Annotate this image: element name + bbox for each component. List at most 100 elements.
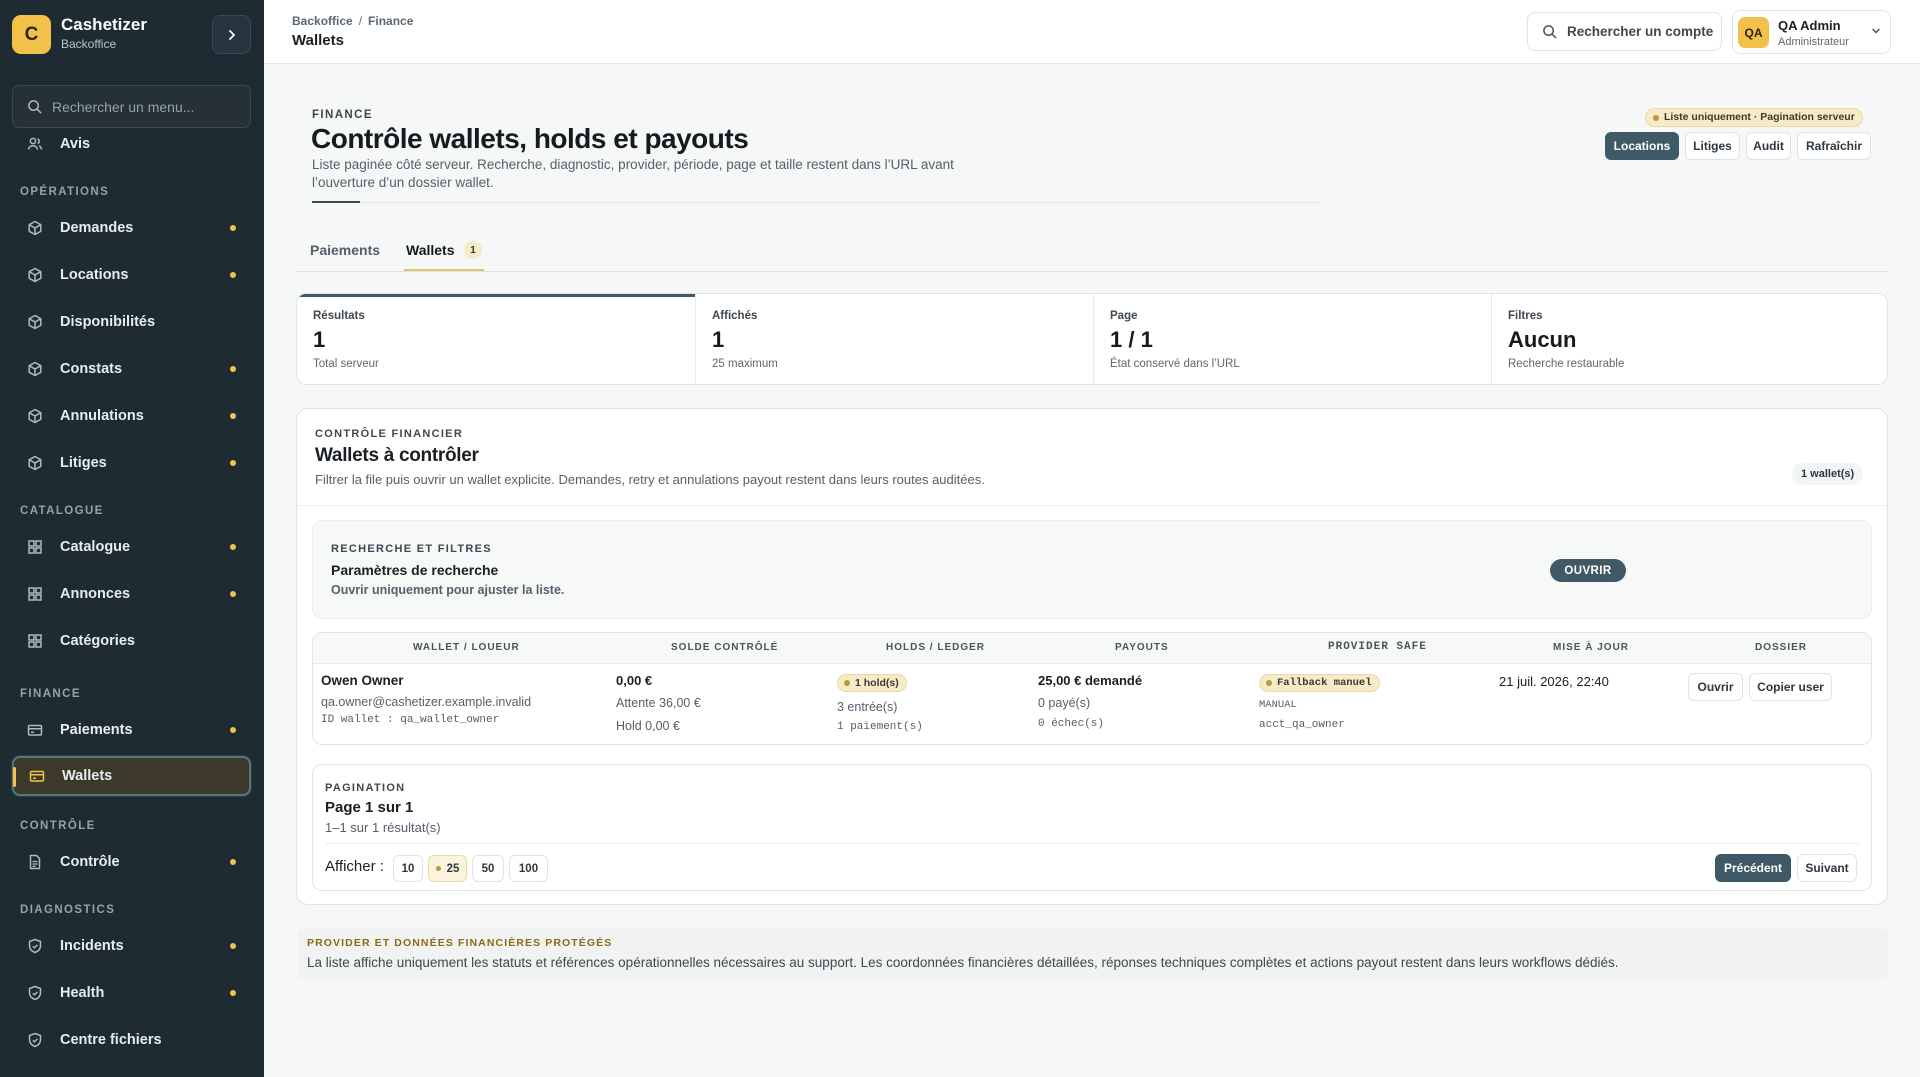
column-header: WALLET / LOUEUR bbox=[413, 642, 520, 653]
app-name: Cashetizer bbox=[61, 15, 147, 34]
sidebar-item-label: Disponibilités bbox=[60, 314, 156, 330]
sidebar-item-categories[interactable]: Catégories bbox=[12, 621, 251, 661]
sidebar-item-avis[interactable]: Avis bbox=[12, 124, 251, 164]
pagination-title: Page 1 sur 1 bbox=[325, 799, 414, 816]
active-tab-indicator bbox=[404, 269, 484, 271]
notice-text: La liste affiche uniquement les statuts … bbox=[307, 955, 1619, 970]
box-icon bbox=[26, 314, 43, 331]
sidebar-item-paiements[interactable]: Paiements bbox=[12, 710, 251, 750]
box-icon bbox=[26, 361, 43, 378]
breadcrumb-item[interactable]: Finance bbox=[368, 14, 413, 28]
sidebar-item-annulations[interactable]: Annulations bbox=[12, 396, 251, 436]
copy-user-button[interactable]: Copier user bbox=[1749, 673, 1832, 701]
users-icon bbox=[26, 136, 43, 153]
account-search-button[interactable]: Rechercher un compte bbox=[1527, 12, 1722, 51]
column-header: DOSSIER bbox=[1755, 642, 1808, 653]
sidebar-item-label: Catalogue bbox=[60, 539, 131, 555]
sidebar-item-locations[interactable]: Locations bbox=[12, 255, 251, 295]
litiges-button[interactable]: Litiges bbox=[1685, 132, 1740, 160]
owner-name: Owen Owner bbox=[321, 673, 404, 688]
notification-dot bbox=[230, 413, 236, 419]
app-logo: C bbox=[12, 15, 51, 54]
column-header: MISE À JOUR bbox=[1553, 642, 1630, 653]
sidebar-toggle-button[interactable] bbox=[212, 15, 251, 54]
list-mode-badge: Liste uniquement · Pagination serveur bbox=[1645, 108, 1863, 127]
sidebar-section-title: CONTRÔLE bbox=[20, 820, 96, 832]
sidebar-item-controle[interactable]: Contrôle bbox=[12, 842, 251, 882]
sidebar-item-label: Avis bbox=[60, 136, 91, 152]
shield-icon bbox=[26, 938, 43, 955]
sidebar-item-annonces[interactable]: Annonces bbox=[12, 574, 251, 614]
user-menu[interactable]: QA QA Admin Administrateur bbox=[1732, 10, 1891, 54]
sidebar-item-disponibilites[interactable]: Disponibilités bbox=[12, 302, 251, 342]
filters-card: RECHERCHE ET FILTRES Paramètres de reche… bbox=[312, 520, 1872, 619]
sidebar-item-label: Centre fichiers bbox=[60, 1032, 162, 1048]
page-size-50[interactable]: 50 bbox=[472, 855, 504, 882]
open-wallet-button[interactable]: Ouvrir bbox=[1688, 673, 1743, 701]
page-size-25[interactable]: 25 bbox=[428, 855, 467, 882]
filters-title: Paramètres de recherche bbox=[331, 562, 499, 578]
hold-value: Hold 0,00 € bbox=[616, 719, 680, 733]
tab-wallets-count: 1 bbox=[464, 241, 482, 259]
sidebar-item-label: Catégories bbox=[60, 633, 135, 649]
locations-button[interactable]: Locations bbox=[1605, 132, 1679, 160]
tab-wallets[interactable]: Wallets bbox=[406, 242, 455, 258]
stat-sub: État conservé dans l’URL bbox=[1110, 358, 1240, 370]
sidebar-item-label: Incidents bbox=[60, 938, 124, 954]
stats-row: Résultats 1 Total serveur Affichés 1 25 … bbox=[296, 293, 1888, 385]
previous-page-button[interactable]: Précédent bbox=[1715, 854, 1791, 882]
sidebar-item-wallets[interactable]: Wallets bbox=[12, 756, 251, 796]
sidebar-item-centre-fichiers[interactable]: Centre fichiers bbox=[12, 1020, 251, 1060]
app-subtitle: Backoffice bbox=[61, 37, 117, 51]
updated-at: 21 juil. 2026, 22:40 bbox=[1499, 674, 1609, 689]
stat-value: Aucun bbox=[1508, 327, 1577, 352]
sidebar-item-health[interactable]: Health bbox=[12, 973, 251, 1013]
sidebar-item-constats[interactable]: Constats bbox=[12, 349, 251, 389]
sidebar-item-catalogue[interactable]: Catalogue bbox=[12, 527, 251, 567]
protected-data-notice: PROVIDER ET DONNÉES FINANCIÈRES PROTÉGÉS… bbox=[298, 929, 1888, 979]
page-size-10[interactable]: 10 bbox=[393, 855, 423, 882]
payout-paid: 0 payé(s) bbox=[1038, 696, 1091, 710]
payout-failed: 0 échec(s) bbox=[1038, 718, 1105, 730]
grid-icon bbox=[26, 633, 43, 650]
page-size-100[interactable]: 100 bbox=[509, 855, 548, 882]
sidebar-section-title: DIAGNOSTICS bbox=[20, 904, 116, 916]
sidebar-item-label: Annulations bbox=[60, 408, 144, 424]
breadcrumb-item[interactable]: Backoffice bbox=[292, 14, 353, 28]
pagination-card: PAGINATION Page 1 sur 1 1–1 sur 1 résult… bbox=[312, 764, 1872, 891]
stat-sub: Recherche restaurable bbox=[1508, 358, 1625, 370]
column-header: SOLDE CONTRÔLÉ bbox=[671, 642, 779, 653]
next-page-button[interactable]: Suivant bbox=[1797, 854, 1857, 882]
panel-kicker: CONTRÔLE FINANCIER bbox=[315, 428, 464, 440]
sidebar-item-label: Contrôle bbox=[60, 854, 120, 870]
card-icon bbox=[28, 768, 45, 785]
table-header: WALLET / LOUEUR SOLDE CONTRÔLÉ HOLDS / L… bbox=[313, 633, 1871, 664]
sidebar-item-demandes[interactable]: Demandes bbox=[12, 208, 251, 248]
notification-dot bbox=[230, 591, 236, 597]
account-search-label: Rechercher un compte bbox=[1567, 24, 1714, 39]
sidebar-item-label: Wallets bbox=[62, 768, 113, 784]
open-filters-button[interactable]: OUVRIR bbox=[1550, 559, 1626, 582]
header-title: Contrôle wallets, holds et payouts bbox=[311, 123, 749, 154]
box-icon bbox=[26, 408, 43, 425]
shield-icon bbox=[26, 985, 43, 1002]
stat-results: Résultats 1 Total serveur bbox=[297, 294, 695, 384]
sidebar-item-incidents[interactable]: Incidents bbox=[12, 926, 251, 966]
owner-email: qa.owner@cashetizer.example.invalid bbox=[321, 695, 532, 709]
wallet-count-badge: 1 wallet(s) bbox=[1792, 463, 1864, 485]
filters-description: Ouvrir uniquement pour ajuster la liste. bbox=[331, 583, 565, 597]
menu-search-input[interactable]: Rechercher un menu... bbox=[12, 85, 251, 128]
grid-icon bbox=[26, 539, 43, 556]
tab-paiements[interactable]: Paiements bbox=[310, 242, 380, 258]
wallet-id: ID wallet : qa_wallet_owner bbox=[321, 714, 500, 726]
stat-label: Affichés bbox=[712, 310, 758, 322]
audit-button[interactable]: Audit bbox=[1746, 132, 1791, 160]
user-role: Administrateur bbox=[1778, 36, 1849, 48]
tab-bar: Paiements Wallets bbox=[296, 232, 1888, 272]
box-icon bbox=[26, 455, 43, 472]
column-header: HOLDS / LEDGER bbox=[886, 642, 986, 653]
wallets-table: WALLET / LOUEUR SOLDE CONTRÔLÉ HOLDS / L… bbox=[312, 632, 1872, 745]
refresh-button[interactable]: Rafraîchir bbox=[1797, 132, 1871, 160]
stat-label: Résultats bbox=[313, 310, 365, 322]
sidebar-item-litiges[interactable]: Litiges bbox=[12, 443, 251, 483]
